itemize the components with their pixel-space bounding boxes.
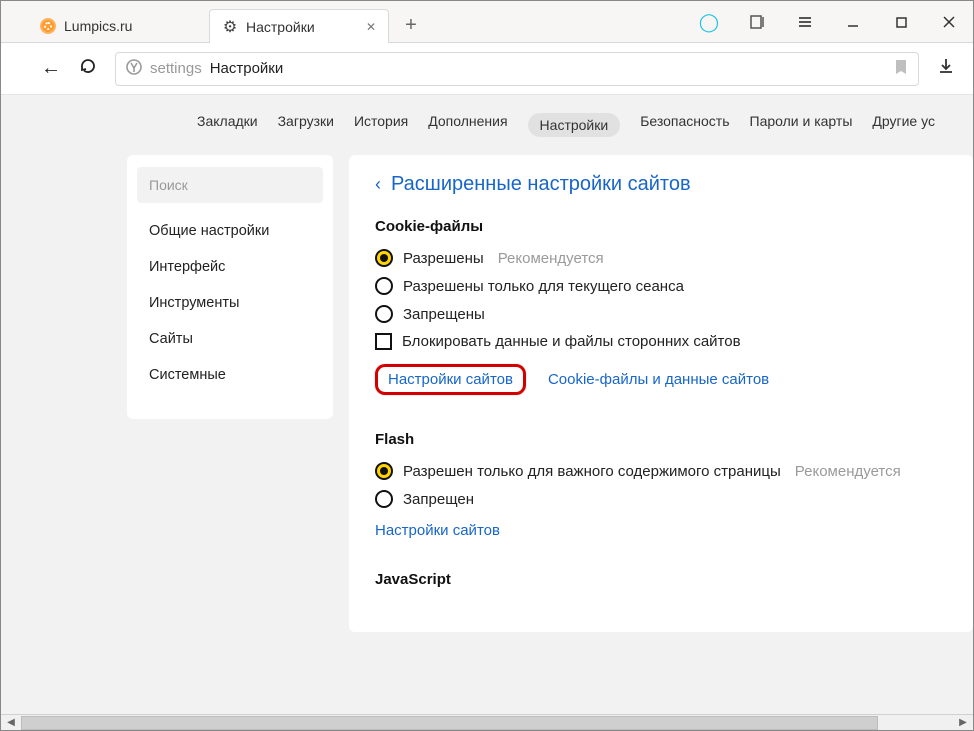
content-area: Закладки Загрузки История Дополнения Нас…: [1, 95, 973, 716]
scroll-right-icon[interactable]: ▶: [955, 716, 971, 730]
nav-addons[interactable]: Дополнения: [428, 113, 507, 137]
scrollbar-thumb[interactable]: [21, 716, 878, 730]
new-tab-button[interactable]: +: [397, 11, 425, 39]
radio-icon: [375, 490, 393, 508]
sidebar-search-input[interactable]: Поиск: [137, 167, 323, 203]
tab-label: Lumpics.ru: [64, 18, 132, 34]
address-title: Настройки: [210, 60, 284, 77]
toolbar: ← settings Настройки: [1, 43, 973, 95]
nav-bookmarks[interactable]: Закладки: [197, 113, 258, 137]
nav-security[interactable]: Безопасность: [640, 113, 729, 137]
option-label: Запрещены: [403, 306, 485, 323]
section-js-header: JavaScript: [375, 571, 947, 588]
gear-icon: ⚙: [222, 19, 238, 35]
cookies-option-session[interactable]: Разрешены только для текущего сеанса: [375, 277, 947, 295]
reload-button[interactable]: [79, 57, 97, 80]
window-close-button[interactable]: [925, 1, 973, 43]
nav-fade: [951, 95, 973, 155]
option-label: Разрешен только для важного содержимого …: [403, 463, 781, 480]
flash-site-settings-link[interactable]: Настройки сайтов: [375, 522, 500, 539]
flash-option-important[interactable]: Разрешен только для важного содержимого …: [375, 462, 947, 480]
panel-title: Расширенные настройки сайтов: [391, 173, 691, 196]
nav-settings[interactable]: Настройки: [528, 113, 621, 137]
nav-other[interactable]: Другие ус: [872, 113, 935, 137]
address-prefix: settings: [150, 60, 202, 77]
cookies-site-settings-link[interactable]: Настройки сайтов: [375, 364, 526, 395]
sidebar-item-tools[interactable]: Инструменты: [127, 285, 333, 321]
radio-icon: [375, 462, 393, 480]
flash-option-blocked[interactable]: Запрещен: [375, 490, 947, 508]
horizontal-scrollbar[interactable]: ◀ ▶: [1, 714, 973, 730]
close-tab-icon[interactable]: ✕: [366, 20, 376, 34]
titlebar-controls: ◯: [685, 1, 973, 43]
tab-label: Настройки: [246, 19, 315, 35]
cookies-block-third-party[interactable]: Блокировать данные и файлы сторонних сай…: [375, 333, 947, 350]
bookmark-icon[interactable]: [894, 59, 908, 79]
radio-icon: [375, 277, 393, 295]
checkbox-icon: [375, 333, 392, 350]
option-label: Разрешены только для текущего сеанса: [403, 278, 684, 295]
tab-settings[interactable]: ⚙ Настройки ✕: [209, 9, 389, 43]
sidebar-item-system[interactable]: Системные: [127, 357, 333, 393]
cookies-data-link[interactable]: Cookie-файлы и данные сайтов: [548, 371, 769, 388]
tab-lumpics[interactable]: Lumpics.ru: [27, 8, 207, 42]
collections-icon[interactable]: [733, 1, 781, 43]
sidebar-item-interface[interactable]: Интерфейс: [127, 249, 333, 285]
address-bar[interactable]: settings Настройки: [115, 52, 919, 86]
menu-icon[interactable]: [781, 1, 829, 43]
option-hint: Рекомендуется: [795, 463, 901, 480]
settings-top-nav: Закладки Загрузки История Дополнения Нас…: [1, 95, 973, 155]
settings-sidebar: Поиск Общие настройки Интерфейс Инструме…: [127, 155, 333, 419]
scroll-left-icon[interactable]: ◀: [3, 716, 19, 730]
tab-strip: Lumpics.ru ⚙ Настройки ✕ + ◯: [1, 1, 973, 43]
option-label: Разрешены: [403, 250, 484, 267]
sidebar-item-general[interactable]: Общие настройки: [127, 213, 333, 249]
settings-main-panel: ‹ Расширенные настройки сайтов Cookie-фа…: [349, 155, 973, 632]
window-minimize-button[interactable]: [829, 1, 877, 43]
panel-back-icon[interactable]: ‹: [375, 174, 381, 195]
cookies-option-allowed[interactable]: Разрешены Рекомендуется: [375, 249, 947, 267]
radio-icon: [375, 249, 393, 267]
sidebar-item-sites[interactable]: Сайты: [127, 321, 333, 357]
section-flash-header: Flash: [375, 431, 947, 448]
nav-downloads[interactable]: Загрузки: [278, 113, 334, 137]
back-button[interactable]: ←: [41, 57, 61, 80]
lumpics-favicon-icon: [40, 18, 56, 34]
radio-icon: [375, 305, 393, 323]
option-hint: Рекомендуется: [498, 250, 604, 267]
section-cookies-header: Cookie-файлы: [375, 218, 947, 235]
nav-history[interactable]: История: [354, 113, 408, 137]
option-label: Блокировать данные и файлы сторонних сай…: [402, 333, 741, 350]
option-label: Запрещен: [403, 491, 474, 508]
downloads-button[interactable]: [937, 57, 955, 80]
cookies-option-blocked[interactable]: Запрещены: [375, 305, 947, 323]
scrollbar-track[interactable]: [21, 716, 953, 730]
nav-passwords[interactable]: Пароли и карты: [750, 113, 853, 137]
alice-icon[interactable]: ◯: [685, 1, 733, 43]
yandex-icon: [126, 59, 142, 79]
window-maximize-button[interactable]: [877, 1, 925, 43]
